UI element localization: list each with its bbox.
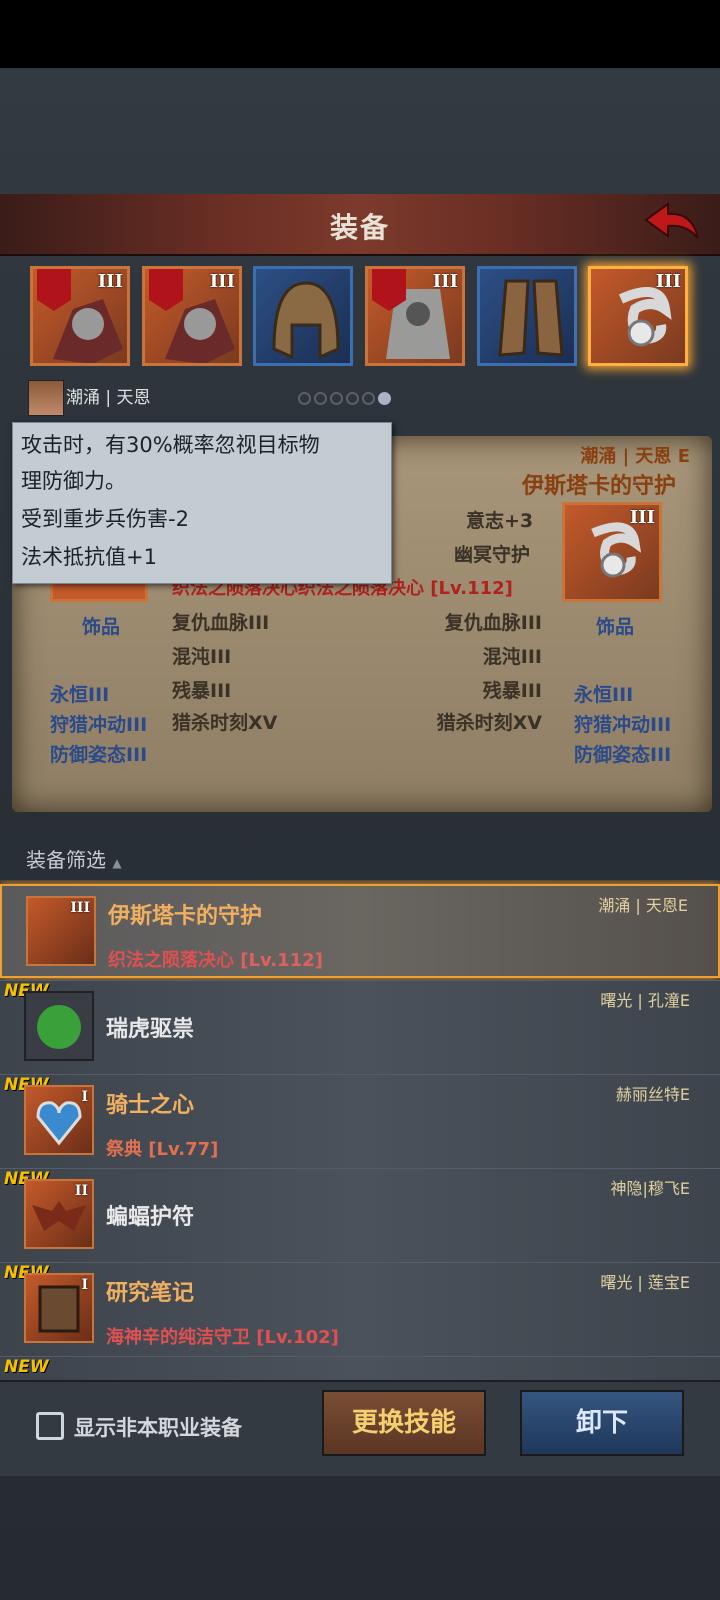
- item-set: 祭典 [Lv.77]: [106, 1135, 218, 1161]
- avatar: [28, 380, 64, 416]
- side-left-0: 永恒III: [50, 684, 110, 706]
- mid-left-0: 复仇血脉III: [172, 612, 270, 634]
- item-owner: 曙光 | 莲宝E: [600, 1273, 690, 1292]
- boots-icon: [498, 279, 564, 357]
- item-set-name: 祭典: [106, 1139, 142, 1160]
- show-other-class-checkbox[interactable]: [36, 1412, 64, 1440]
- jade-tiger-icon: [24, 991, 94, 1061]
- compare-item-name: 伊斯塔卡的守护: [521, 474, 676, 499]
- caret-up-icon: ▲: [112, 856, 122, 870]
- item-owner: 神隐|穆飞E: [610, 1179, 690, 1198]
- list-item[interactable]: NEW 瑞虎驱祟 曙光 | 孔潼E: [0, 980, 720, 1075]
- side-left-1: 狩猎冲动III: [50, 714, 148, 736]
- tier-label: III: [629, 507, 655, 528]
- bat-charm-icon: II: [24, 1179, 94, 1249]
- list-item[interactable]: NEW I 骑士之心 祭典 [Lv.77] 赫丽丝特E: [0, 1074, 720, 1169]
- side-right-0: 永恒III: [574, 684, 634, 706]
- side-right-2: 防御姿态III: [574, 744, 672, 766]
- skill-tooltip: 攻击时，有30%概率忽视目标物 理防御力。 受到重步兵伤害-2 法术抵抗值+1: [12, 422, 392, 584]
- heart-pendant-icon: I: [24, 1085, 94, 1155]
- compare-owner: 潮涌 | 天恩 E: [580, 446, 690, 467]
- book-icon: I: [24, 1273, 94, 1343]
- stat-willpower: 意志+3: [466, 510, 534, 532]
- page-dot[interactable]: [314, 392, 327, 405]
- right-slot-label: 饰品: [596, 616, 635, 638]
- item-set: 织法之陨落决心 [Lv.112]: [108, 946, 323, 972]
- item-set-name: 海神辛的纯洁守卫: [106, 1327, 250, 1348]
- item-name: 骑士之心: [106, 1093, 195, 1118]
- tier-label: III: [432, 271, 458, 292]
- tier-label: III: [655, 271, 681, 292]
- slot-scarf-2[interactable]: III: [142, 266, 242, 366]
- page-dot[interactable]: [330, 392, 343, 405]
- status-bar: [0, 0, 720, 68]
- mid-left-3: 猎杀时刻XV: [172, 712, 278, 734]
- character-line: 潮涌 | 天恩: [28, 380, 151, 416]
- list-item[interactable]: NEW I 研究笔记 海神辛的纯洁守卫 [Lv.102] 曙光 | 莲宝E: [0, 1262, 720, 1357]
- item-level: [Lv.77]: [148, 1139, 219, 1160]
- item-level: [Lv.102]: [256, 1327, 339, 1348]
- item-owner: 曙光 | 孔潼E: [600, 991, 690, 1010]
- tooltip-line-4: 法术抵抗值+1: [21, 545, 157, 569]
- tier-label: III: [209, 271, 235, 292]
- item-name: 伊斯塔卡的守护: [108, 904, 263, 929]
- page-dot[interactable]: [362, 392, 375, 405]
- page-dot-active[interactable]: [378, 392, 391, 405]
- slot-helmet[interactable]: [253, 266, 353, 366]
- tooltip-line-2: 理防御力。: [21, 469, 126, 493]
- slot-boots[interactable]: [477, 266, 577, 366]
- slot-amulet[interactable]: III: [588, 266, 688, 366]
- mid-left-2: 残暴III: [172, 680, 232, 702]
- new-badge: NEW: [4, 1357, 49, 1377]
- stat-nether-guard: 幽冥守护: [454, 544, 531, 566]
- page-title: 装备: [329, 211, 390, 244]
- back-arrow-icon[interactable]: [642, 198, 702, 248]
- mid-right-0: 复仇血脉III: [444, 612, 542, 634]
- tier-label: III: [70, 900, 90, 916]
- tier-label: III: [97, 271, 123, 292]
- tier-label: I: [81, 1089, 88, 1105]
- item-set: 海神辛的纯洁守卫 [Lv.102]: [106, 1323, 339, 1349]
- list-item[interactable]: III 伊斯塔卡的守护 织法之陨落决心 [Lv.112] 潮涌 | 天恩E: [0, 884, 720, 978]
- tier-label: I: [81, 1277, 88, 1293]
- item-owner: 赫丽丝特E: [615, 1085, 690, 1104]
- mid-left-1: 混沌III: [172, 646, 232, 668]
- change-skill-button[interactable]: 更换技能: [322, 1390, 486, 1456]
- item-set-name: 织法之陨落决心: [108, 950, 234, 971]
- unequip-button[interactable]: 卸下: [520, 1390, 684, 1456]
- tooltip-line-3: 受到重步兵伤害-2: [21, 507, 189, 531]
- mid-right-2: 残暴III: [482, 680, 542, 702]
- checkbox-label[interactable]: 显示非本职业装备: [74, 1412, 242, 1442]
- amulet-icon: III: [26, 896, 96, 966]
- list-item[interactable]: NEW II 蝙蝠护符 神隐|穆飞E: [0, 1168, 720, 1263]
- page-indicator: [298, 390, 394, 409]
- item-name: 瑞虎驱祟: [106, 1017, 195, 1042]
- slot-armor[interactable]: III: [365, 266, 465, 366]
- tooltip-line-1: 攻击时，有30%概率忽视目标物: [21, 433, 320, 457]
- side-left-2: 防御姿态III: [50, 744, 148, 766]
- filter-label: 装备筛选: [26, 848, 106, 872]
- item-level: [Lv.112]: [240, 950, 323, 971]
- item-name: 蝙蝠护符: [106, 1205, 195, 1230]
- list-item[interactable]: NEW: [0, 1356, 720, 1380]
- mid-right-1: 混沌III: [482, 646, 542, 668]
- item-owner: 潮涌 | 天恩E: [598, 896, 688, 915]
- item-list[interactable]: III 伊斯塔卡的守护 织法之陨落决心 [Lv.112] 潮涌 | 天恩E NE…: [0, 880, 720, 1380]
- slot-scarf-1[interactable]: III: [30, 266, 130, 366]
- title-bar: 装备: [0, 194, 720, 256]
- tier-label: II: [74, 1183, 88, 1199]
- character-name: 潮涌 | 天恩: [66, 388, 151, 408]
- side-right-1: 狩猎冲动III: [574, 714, 672, 736]
- left-slot-label: 饰品: [82, 616, 121, 638]
- page-dot[interactable]: [298, 392, 311, 405]
- mid-right-3: 猎杀时刻XV: [436, 712, 542, 734]
- right-item-icon: III: [562, 502, 662, 602]
- filter-toggle[interactable]: 装备筛选 ▲: [26, 844, 122, 873]
- page-dot[interactable]: [346, 392, 359, 405]
- helmet-icon: [272, 281, 340, 360]
- item-name: 研究笔记: [106, 1281, 195, 1306]
